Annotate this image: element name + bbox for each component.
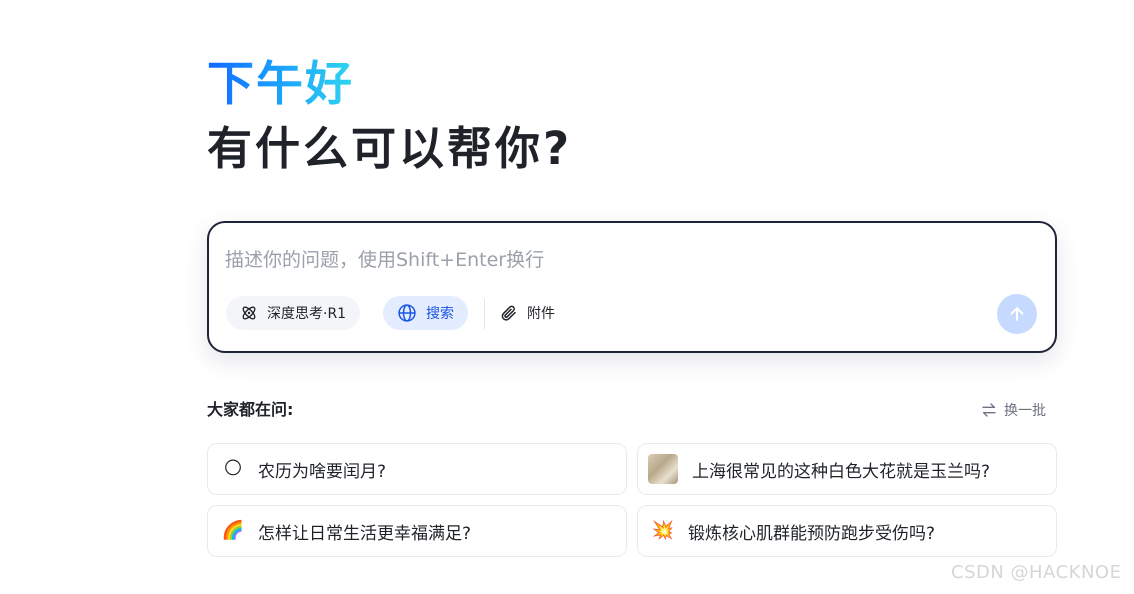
refresh-suggestions-button[interactable]: 换一批 [981,399,1046,421]
suggestion-card[interactable]: 🌈 怎样让日常生活更幸福满足? [207,505,627,557]
suggestion-text: 怎样让日常生活更幸福满足? [258,523,472,544]
send-button[interactable] [997,294,1037,334]
rainbow-emoji-icon: 🌈 [221,520,245,541]
deep-think-toggle[interactable]: 深度思考·R1 [226,296,361,330]
suggestion-text: 上海很常见的这种白色大花就是玉兰吗? [692,461,991,482]
suggestion-card[interactable]: 🌕 农历为啥要闰月? [207,443,627,495]
deep-think-label: 深度思考·R1 [267,306,347,322]
swap-arrows-icon [982,403,996,417]
attach-button[interactable]: 附件 [486,296,569,330]
suggestion-card[interactable]: 💥 锻炼核心肌群能预防跑步受伤吗? [637,505,1057,557]
toolbar-divider [484,299,485,329]
paperclip-icon [501,305,516,321]
magnolia-photo-thumbnail [648,454,678,484]
search-label: 搜索 [426,306,454,322]
arrow-up-icon [1010,307,1024,321]
chat-input[interactable] [225,245,985,275]
suggestions-title: 大家都在问: [207,400,294,419]
sparkle-emoji-icon: 💥 [651,520,675,541]
search-toggle[interactable]: 搜索 [383,296,468,330]
watermark-text: CSDN @HACKNOE [951,562,1122,583]
page-subtitle: 有什么可以帮你? [207,122,573,175]
suggestion-text: 锻炼核心肌群能预防跑步受伤吗? [688,523,936,544]
suggestion-card[interactable]: 上海很常见的这种白色大花就是玉兰吗? [637,443,1057,495]
suggestion-text: 农历为啥要闰月? [258,461,387,482]
globe-icon [398,304,416,322]
page: 下午好 有什么可以帮你? 深度思考·R1 搜索 附件 [0,0,1134,594]
refresh-label: 换一批 [1004,403,1046,419]
greeting-title: 下午好 [207,57,354,112]
full-moon-emoji-icon: 🌕 [223,458,243,479]
chat-composer: 深度思考·R1 搜索 附件 [207,221,1057,353]
atom-icon [242,306,256,320]
attach-label: 附件 [527,306,555,322]
